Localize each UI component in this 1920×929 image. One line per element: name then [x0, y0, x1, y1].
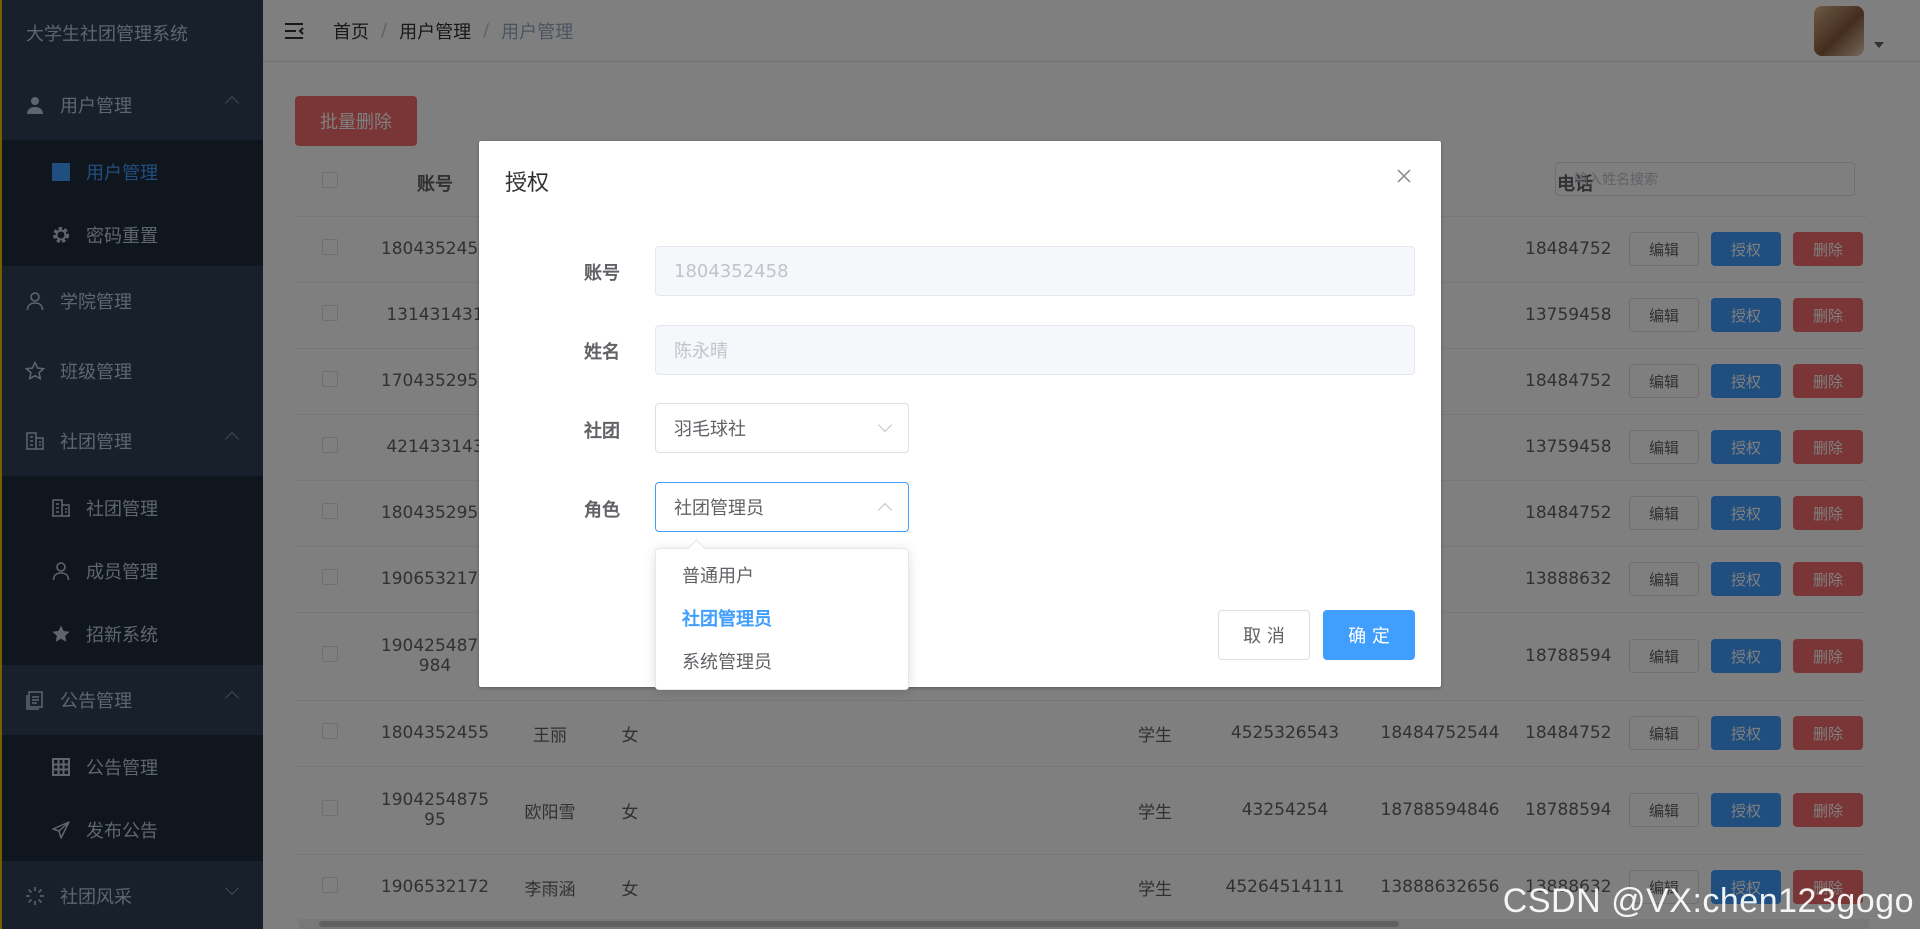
chevron-down-icon — [877, 417, 893, 433]
authorize-dialog: 授权 账号 1804352458 姓名 陈永晴 社团 羽毛球社 角色 社团管理员… — [479, 141, 1441, 687]
role-label: 角色 — [584, 500, 620, 521]
close-icon[interactable] — [1395, 167, 1413, 185]
name-field: 陈永晴 — [655, 325, 1415, 375]
club-select[interactable]: 羽毛球社 — [655, 403, 909, 453]
watermark: CSDN @VX:chen123gogo — [1502, 882, 1914, 920]
account-field: 1804352458 — [655, 246, 1415, 296]
club-select-value: 羽毛球社 — [674, 419, 746, 440]
role-option-normal-user[interactable]: 普通用户 — [656, 555, 908, 598]
role-option-club-admin[interactable]: 社团管理员 — [656, 598, 908, 641]
dialog-title: 授权 — [505, 171, 550, 196]
chevron-up-icon — [877, 502, 893, 518]
confirm-button[interactable]: 确 定 — [1323, 610, 1415, 660]
club-label: 社团 — [584, 421, 620, 442]
cancel-button[interactable]: 取 消 — [1218, 610, 1310, 660]
role-select[interactable]: 社团管理员 — [655, 482, 909, 532]
role-dropdown: 普通用户 社团管理员 系统管理员 — [655, 548, 909, 690]
account-label: 账号 — [584, 263, 620, 284]
role-option-system-admin[interactable]: 系统管理员 — [656, 641, 908, 684]
role-select-value: 社团管理员 — [674, 498, 764, 519]
name-label: 姓名 — [584, 342, 620, 363]
